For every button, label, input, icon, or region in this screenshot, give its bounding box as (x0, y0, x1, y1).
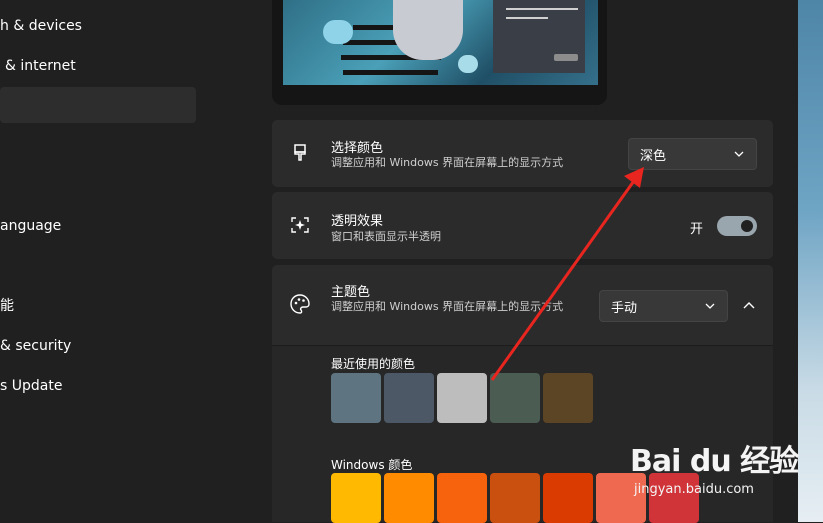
color-swatch[interactable] (384, 373, 434, 423)
color-swatch[interactable] (384, 473, 434, 523)
preview-button (554, 54, 578, 61)
sidebar-item-label: & internet (5, 58, 76, 74)
sidebar-item-accessibility[interactable]: 能 (0, 288, 14, 324)
sidebar-item-label: anguage (0, 218, 62, 234)
color-swatch[interactable] (331, 473, 381, 523)
dropdown-value: 手动 (611, 301, 638, 316)
palette-icon (289, 293, 311, 315)
desktop-background-edge (798, 0, 823, 522)
sidebar: h & devices & internet anguage 能 & secur… (0, 0, 272, 522)
sidebar-item-network-internet[interactable]: & internet (5, 48, 76, 84)
color-swatch[interactable] (490, 473, 540, 523)
card-description: 调整应用和 Windows 界面在屏幕上的显示方式 (331, 156, 564, 169)
transparency-toggle[interactable] (717, 216, 757, 236)
chevron-down-icon (734, 148, 744, 158)
sidebar-selected-item[interactable] (0, 87, 196, 123)
color-swatch[interactable] (543, 373, 593, 423)
chevron-down-icon (705, 300, 715, 310)
color-mode-dropdown[interactable]: 深色 (628, 138, 757, 170)
recent-colors-label: 最近使用的颜色 (331, 357, 416, 371)
accent-color-dropdown[interactable]: 手动 (599, 290, 728, 322)
toggle-state-label: 开 (690, 222, 704, 237)
watermark-brand: Bai du 经验 (630, 444, 799, 479)
card-title: 透明效果 (331, 214, 384, 229)
baidu-watermark: Bai du 经验 jingyan.baidu.com (630, 432, 800, 502)
card-title: 主题色 (331, 285, 371, 300)
sidebar-item-label: & security (0, 338, 72, 354)
color-swatch[interactable] (490, 373, 540, 423)
sidebar-item-windows-update[interactable]: s Update (0, 368, 62, 404)
color-swatch[interactable] (331, 373, 381, 423)
preview-window (493, 0, 585, 73)
windows-colors-label: Windows 颜色 (331, 458, 413, 472)
preview-line (506, 17, 548, 19)
watermark-url: jingyan.baidu.com (634, 482, 754, 497)
card-description: 窗口和表面显示半透明 (331, 230, 441, 243)
dropdown-value: 深色 (640, 149, 667, 164)
sidebar-item-label: h & devices (0, 18, 82, 34)
sparkle-frame-icon (289, 214, 311, 236)
card-description: 调整应用和 Windows 界面在屏幕上的显示方式 (331, 300, 564, 313)
sidebar-item-label: s Update (0, 378, 63, 394)
toggle-knob (741, 220, 753, 232)
sidebar-item-label: 能 (0, 298, 14, 314)
card-title: 选择颜色 (331, 141, 384, 156)
sidebar-item-time-language[interactable]: anguage (0, 208, 61, 244)
color-swatch[interactable] (543, 473, 593, 523)
paint-brush-icon (289, 142, 311, 164)
preview-line (506, 8, 578, 10)
color-swatch[interactable] (437, 373, 487, 423)
sidebar-item-bluetooth-devices[interactable]: h & devices (0, 8, 82, 44)
sidebar-item-privacy-security[interactable]: & security (0, 328, 71, 364)
color-swatch[interactable] (437, 473, 487, 523)
chevron-up-icon[interactable] (742, 298, 756, 312)
